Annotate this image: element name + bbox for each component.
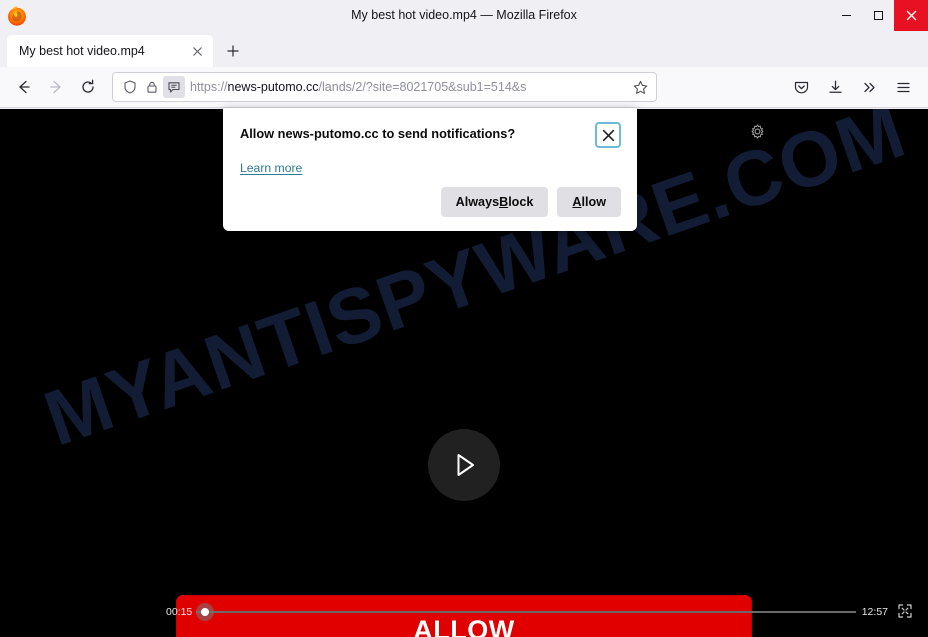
tab-strip: My best hot video.mp4 <box>0 31 928 67</box>
allow-button[interactable]: Allow <box>557 187 621 217</box>
pocket-save-icon[interactable] <box>784 72 818 102</box>
learn-more-link[interactable]: Learn more <box>240 161 302 175</box>
notification-permission-icon[interactable] <box>163 76 185 98</box>
current-time-label: 00:15 <box>166 606 193 618</box>
reload-button[interactable] <box>72 72 104 102</box>
window-title: My best hot video.mp4 — Mozilla Firefox <box>351 8 577 22</box>
seek-track <box>196 611 856 613</box>
settings-gear-icon[interactable] <box>746 120 768 142</box>
play-button[interactable] <box>428 429 500 501</box>
application-menu-icon[interactable] <box>886 72 920 102</box>
overflow-chevrons-icon[interactable] <box>852 72 886 102</box>
firefox-window: My best hot video.mp4 — Mozilla Firefox … <box>0 0 928 637</box>
dialog-close-button[interactable] <box>595 122 621 148</box>
bookmark-star-icon[interactable] <box>628 75 652 99</box>
dialog-title: Allow news-putomo.cc to send notificatio… <box>240 126 516 141</box>
seek-handle[interactable] <box>196 603 215 621</box>
video-controls-bar: 00:15 12:57 <box>0 601 928 623</box>
always-block-button[interactable]: Always Block <box>440 187 549 217</box>
toolbar-right-actions <box>784 72 920 102</box>
play-triangle-icon <box>457 454 474 476</box>
duration-label: 12:57 <box>861 606 888 618</box>
seek-handle-dot <box>201 608 210 616</box>
minimize-button[interactable] <box>830 0 862 31</box>
fullscreen-icon[interactable] <box>898 604 914 620</box>
forward-button[interactable] <box>40 72 72 102</box>
new-tab-button[interactable] <box>219 37 247 65</box>
browser-tab[interactable]: My best hot video.mp4 <box>7 35 213 67</box>
padlock-icon[interactable] <box>141 76 163 98</box>
downloads-icon[interactable] <box>818 72 852 102</box>
url-display[interactable]: https://news-putomo.cc/lands/2/?site=802… <box>190 73 628 101</box>
navigation-toolbar: https://news-putomo.cc/lands/2/?site=802… <box>0 67 928 108</box>
tracking-protection-shield-icon[interactable] <box>119 76 141 98</box>
notification-permission-dialog: Allow news-putomo.cc to send notificatio… <box>223 108 637 231</box>
dialog-header-row: Allow news-putomo.cc to send notificatio… <box>240 122 621 148</box>
window-controls <box>830 0 928 31</box>
close-window-button[interactable] <box>894 0 928 31</box>
title-bar: My best hot video.mp4 — Mozilla Firefox <box>0 0 928 31</box>
dialog-actions: Always Block Allow <box>240 187 621 217</box>
tab-title: My best hot video.mp4 <box>19 44 145 58</box>
back-button[interactable] <box>8 72 40 102</box>
close-icon <box>602 129 614 141</box>
address-bar[interactable]: https://news-putomo.cc/lands/2/?site=802… <box>112 72 657 102</box>
seek-slider[interactable] <box>196 603 856 621</box>
close-tab-icon[interactable] <box>187 41 207 61</box>
maximize-button[interactable] <box>862 0 894 31</box>
firefox-logo-icon <box>8 5 26 26</box>
